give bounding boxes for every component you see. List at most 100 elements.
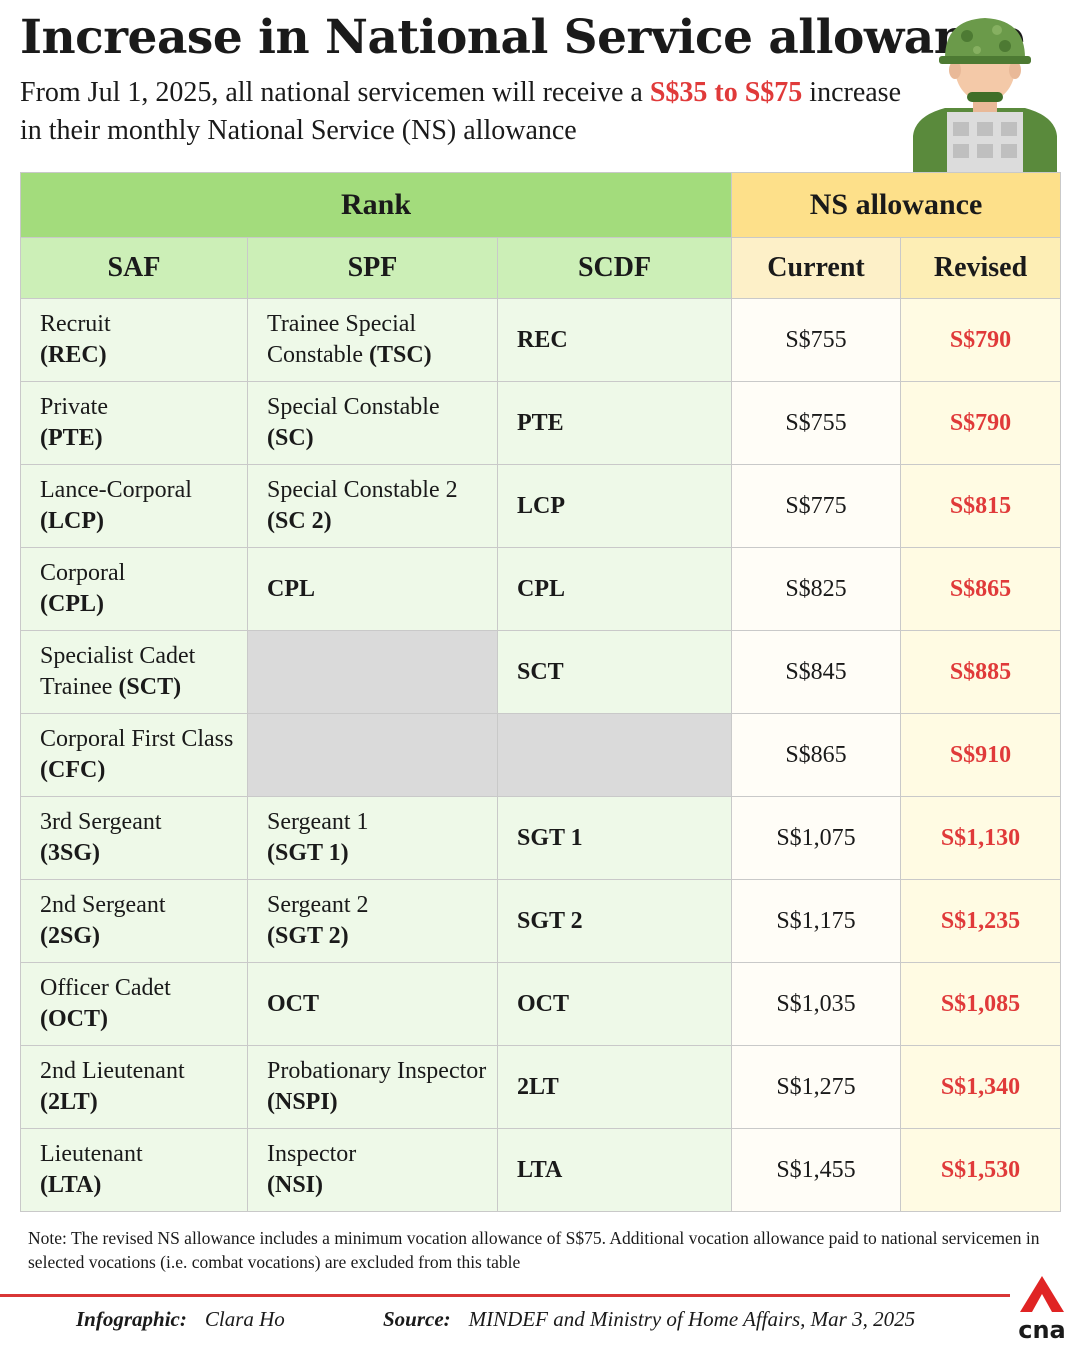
saf-rank-cell: Lance-Corporal (LCP): [20, 464, 248, 548]
spf-rank-cell: Sergeant 2 (SGT 2): [247, 879, 498, 963]
table-row: Officer Cadet (OCT) OCT OCT S$1,035 S$1,0…: [20, 962, 1062, 1046]
current-allowance-cell: S$775: [731, 464, 902, 548]
current-allowance-cell: S$865: [731, 713, 902, 797]
saf-rank-cell: 2nd Lieutenant (2LT): [20, 1045, 248, 1129]
spf-empty-cell: [247, 630, 498, 714]
saf-rank-name: Lieutenant: [40, 1141, 143, 1167]
subtitle-highlight: S$35 to S$75: [649, 77, 803, 108]
saf-rank-cell: Private (PTE): [20, 381, 248, 465]
saf-rank-cell: 2nd Sergeant (2SG): [20, 879, 248, 963]
current-allowance-cell: S$825: [731, 547, 902, 631]
spf-rank-name: Sergeant 2: [267, 892, 369, 918]
saf-rank-abbr: (LCP): [40, 508, 104, 534]
spf-rank-cell: Sergeant 1 (SGT 1): [247, 796, 498, 880]
saf-rank-abbr: (OCT): [40, 1006, 108, 1032]
saf-rank-cell: Specialist Cadet Trainee (SCT): [20, 630, 248, 714]
spf-rank-abbr: CPL: [267, 575, 315, 602]
spf-rank-abbr: (NSPI): [267, 1089, 338, 1115]
revised-allowance-cell: S$910: [900, 713, 1062, 797]
current-allowance-cell: S$1,275: [731, 1045, 902, 1129]
saf-rank-name: 2nd Sergeant: [40, 892, 166, 918]
table-row: Recruit (REC) Trainee Special Constable (…: [20, 298, 1062, 382]
spf-rank-cell: Probationary Inspector (NSPI): [247, 1045, 498, 1129]
saf-rank-cell: Corporal (CPL): [20, 547, 248, 631]
spf-empty-cell: [247, 713, 498, 797]
table-row: Lance-Corporal (LCP) Special Constable 2 (…: [20, 464, 1062, 548]
revised-allowance-cell: S$815: [900, 464, 1062, 548]
saf-rank-cell: Corporal First Class (CFC): [20, 713, 248, 797]
saf-rank-abbr: (REC): [40, 342, 107, 368]
subtitle-text-1: From Jul 1, 2025, all national serviceme…: [20, 77, 650, 108]
spf-rank-name: Inspector: [267, 1141, 357, 1167]
current-allowance-cell: S$1,175: [731, 879, 902, 963]
table-row: 3rd Sergeant (3SG) Sergeant 1 (SGT 1) SGT …: [20, 796, 1062, 880]
saf-rank-name: Recruit: [40, 311, 111, 337]
saf-rank-abbr: (LTA): [40, 1172, 102, 1198]
scdf-rank-cell: PTE: [496, 381, 733, 465]
scdf-rank-cell: SGT 2: [496, 879, 733, 963]
saf-rank-abbr: (3SG): [40, 840, 100, 866]
revised-allowance-cell: S$1,085: [900, 962, 1062, 1046]
soldier-icon: [913, 18, 1057, 178]
spf-column-header: SPF: [247, 237, 498, 299]
saf-rank-cell: Recruit (REC): [20, 298, 248, 382]
spf-rank-cell: Trainee Special Constable (TSC): [247, 298, 498, 382]
revised-allowance-cell: S$885: [900, 630, 1062, 714]
scdf-rank-cell: 2LT: [496, 1045, 733, 1129]
spf-rank-cell: OCT: [247, 962, 498, 1046]
spf-rank-cell: Inspector (NSI): [247, 1128, 498, 1212]
scdf-column-header: SCDF: [496, 237, 733, 299]
table-row: Specialist Cadet Trainee (SCT) SCT S$845…: [20, 630, 1062, 714]
scdf-rank-cell: REC: [496, 298, 733, 382]
spf-rank-abbr: (SGT 1): [267, 840, 349, 866]
revised-allowance-cell: S$1,235: [900, 879, 1062, 963]
subtitle: From Jul 1, 2025, all national serviceme…: [20, 74, 920, 150]
allowance-group-header: NS allowance: [731, 172, 1062, 238]
scdf-rank-cell: OCT: [496, 962, 733, 1046]
spf-rank-abbr: (SC): [267, 425, 314, 451]
scdf-rank-cell: LCP: [496, 464, 733, 548]
cna-logo-text: cna: [1018, 1316, 1066, 1344]
table-row: Corporal (CPL) CPL CPL S$825 S$865: [20, 547, 1062, 631]
scdf-rank-cell: CPL: [496, 547, 733, 631]
current-allowance-cell: S$1,075: [731, 796, 902, 880]
spf-rank-cell: Special Constable (SC): [247, 381, 498, 465]
saf-column-header: SAF: [20, 237, 248, 299]
spf-rank-cell: CPL: [247, 547, 498, 631]
footer-divider: [0, 1294, 1010, 1297]
saf-rank-name: Officer Cadet: [40, 975, 171, 1001]
saf-rank-cell: 3rd Sergeant (3SG): [20, 796, 248, 880]
revised-allowance-cell: S$865: [900, 547, 1062, 631]
saf-rank-name: Private: [40, 394, 108, 420]
saf-rank-abbr: (2SG): [40, 923, 100, 949]
spf-rank-abbr: OCT: [267, 990, 320, 1017]
footnote: Note: The revised NS allowance includes …: [28, 1228, 1040, 1272]
saf-rank-abbr: (CFC): [40, 757, 106, 783]
spf-rank-name: Special Constable 2: [267, 477, 458, 503]
spf-rank-cell: Special Constable 2 (SC 2): [247, 464, 498, 548]
credit-value: Clara Ho: [204, 1307, 285, 1331]
scdf-rank-cell: SGT 1: [496, 796, 733, 880]
revised-allowance-cell: S$1,130: [900, 796, 1062, 880]
current-allowance-cell: S$1,035: [731, 962, 902, 1046]
source-label: Source:: [383, 1307, 451, 1331]
current-allowance-cell: S$755: [731, 381, 902, 465]
credit: Infographic: Clara Ho: [76, 1307, 285, 1332]
revised-allowance-cell: S$1,340: [900, 1045, 1062, 1129]
saf-rank-name: Corporal First Class: [40, 726, 234, 752]
saf-rank-abbr: (2LT): [40, 1089, 98, 1115]
spf-rank-name: Probationary Inspector: [267, 1058, 487, 1084]
table-row: Corporal First Class (CFC) S$865 S$910: [20, 713, 1062, 797]
saf-rank-name: 3rd Sergeant: [40, 809, 162, 835]
spf-rank-abbr: (SC 2): [267, 508, 332, 534]
scdf-rank-cell: SCT: [496, 630, 733, 714]
revised-allowance-cell: S$790: [900, 298, 1062, 382]
table-row: Private (PTE) Special Constable (SC) PTE S…: [20, 381, 1062, 465]
current-column-header: Current: [731, 237, 902, 299]
table-row: 2nd Sergeant (2SG) Sergeant 2 (SGT 2) SGT …: [20, 879, 1062, 963]
spf-rank-name: Sergeant 1: [267, 809, 369, 835]
saf-rank-cell: Officer Cadet (OCT): [20, 962, 248, 1046]
saf-rank-abbr: (CPL): [40, 591, 104, 617]
saf-rank-name: Corporal: [40, 560, 126, 586]
rank-group-header: Rank: [19, 172, 733, 238]
